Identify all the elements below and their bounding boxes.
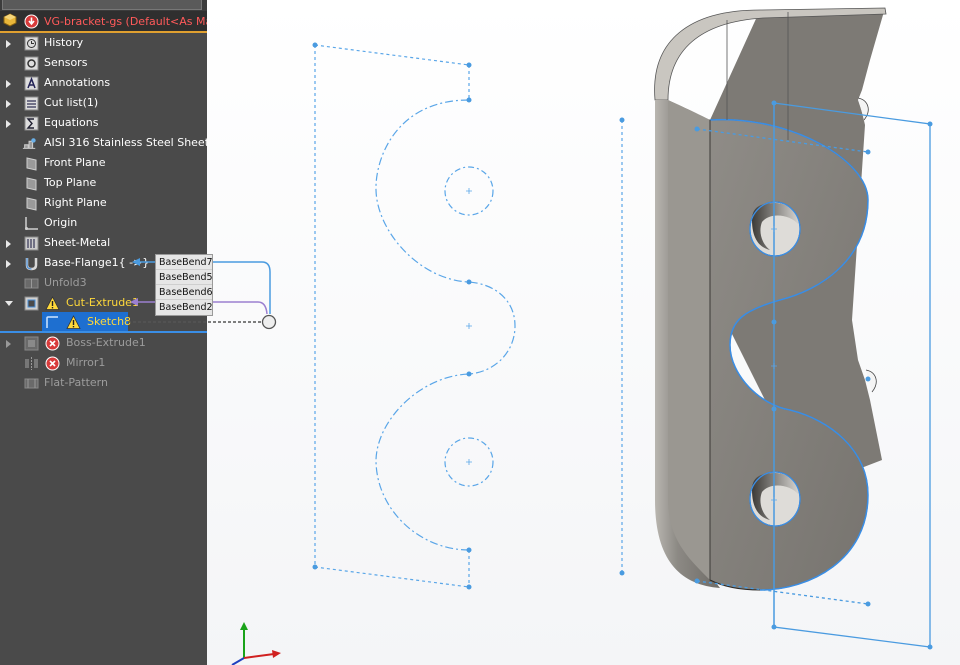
expand-arrow-icon[interactable] — [6, 240, 11, 248]
expand-arrow-icon[interactable] — [6, 260, 11, 268]
flat-pattern-icon — [24, 378, 39, 389]
rebuild-error-icon — [24, 14, 39, 29]
tree-item-boss-extrude[interactable]: Boss-Extrude1 — [0, 333, 207, 353]
error-icon — [45, 336, 60, 351]
error-icon — [45, 356, 60, 371]
graphics-viewport[interactable] — [207, 0, 960, 665]
tree-item-material[interactable]: AISI 316 Stainless Steel Sheet (SS) — [0, 133, 207, 153]
plane-icon — [26, 177, 37, 191]
lower-hole[interactable] — [749, 471, 801, 527]
reference-item[interactable]: BaseBend6 — [156, 285, 213, 300]
reference-item[interactable]: BaseBend2 — [156, 300, 213, 315]
tree-item-right-plane[interactable]: Right Plane — [0, 193, 207, 213]
origin-icon — [25, 217, 38, 230]
part-name-label: VG-bracket-gs (Default<As Mach — [44, 15, 207, 28]
tree-root-part[interactable]: VG-bracket-gs (Default<As Mach — [0, 11, 207, 33]
tree-item-sheet-metal[interactable]: Sheet-Metal — [0, 233, 207, 253]
expand-arrow-icon[interactable] — [6, 100, 11, 108]
tree-item-annotations[interactable]: Annotations — [0, 73, 207, 93]
history-icon — [24, 36, 39, 51]
mirror-icon — [25, 357, 38, 370]
warning-icon — [66, 315, 81, 329]
bend-reference-list: BaseBend7 BaseBend5 BaseBend6 BaseBend2 — [155, 254, 213, 316]
tree-item-history[interactable]: History — [0, 33, 207, 53]
sheet-metal-part[interactable] — [654, 7, 887, 591]
tree-item-flat-pattern[interactable]: Flat-Pattern — [0, 373, 207, 393]
sheet-metal-icon — [24, 236, 39, 251]
tree-item-cut-list[interactable]: Cut list(1) — [0, 93, 207, 113]
boss-extrude-icon — [24, 336, 39, 351]
plane-icon — [26, 197, 37, 211]
equations-icon — [24, 116, 39, 131]
expand-arrow-icon[interactable] — [6, 340, 11, 348]
unfold-icon — [24, 278, 39, 289]
sketch-points[interactable] — [312, 42, 625, 590]
sensors-icon — [24, 56, 39, 71]
view-triad[interactable] — [226, 620, 286, 665]
cut-extrude-icon — [24, 296, 39, 311]
tree-item-mirror[interactable]: Mirror1 — [0, 353, 207, 373]
tree-item-front-plane[interactable]: Front Plane — [0, 153, 207, 173]
model-scene[interactable] — [207, 0, 960, 665]
expand-arrow-icon[interactable] — [6, 40, 11, 48]
feature-manager-tree: VG-bracket-gs (Default<As Mach History S… — [0, 0, 207, 665]
sketch-profile[interactable] — [314, 44, 623, 588]
plane-icon — [26, 157, 37, 171]
sketch-icon — [46, 316, 58, 328]
reference-item[interactable]: BaseBend5 — [156, 270, 213, 285]
tree-item-equations[interactable]: Equations — [0, 113, 207, 133]
tree-item-top-plane[interactable]: Top Plane — [0, 173, 207, 193]
reference-item[interactable]: BaseBend7 — [156, 255, 213, 270]
part-icon — [3, 13, 17, 27]
cut-list-icon — [24, 96, 39, 111]
collapse-arrow-icon[interactable] — [5, 301, 13, 306]
expand-arrow-icon[interactable] — [6, 120, 11, 128]
expand-arrow-icon[interactable] — [6, 80, 11, 88]
tree-filter-input[interactable] — [2, 0, 202, 10]
sketch-center-marks — [466, 188, 472, 465]
tree-item-origin[interactable]: Origin — [0, 213, 207, 233]
material-icon — [22, 138, 36, 149]
base-flange-icon — [25, 258, 38, 271]
annotations-icon — [24, 76, 39, 91]
warning-icon — [45, 296, 60, 310]
tree-item-sensors[interactable]: Sensors — [0, 53, 207, 73]
